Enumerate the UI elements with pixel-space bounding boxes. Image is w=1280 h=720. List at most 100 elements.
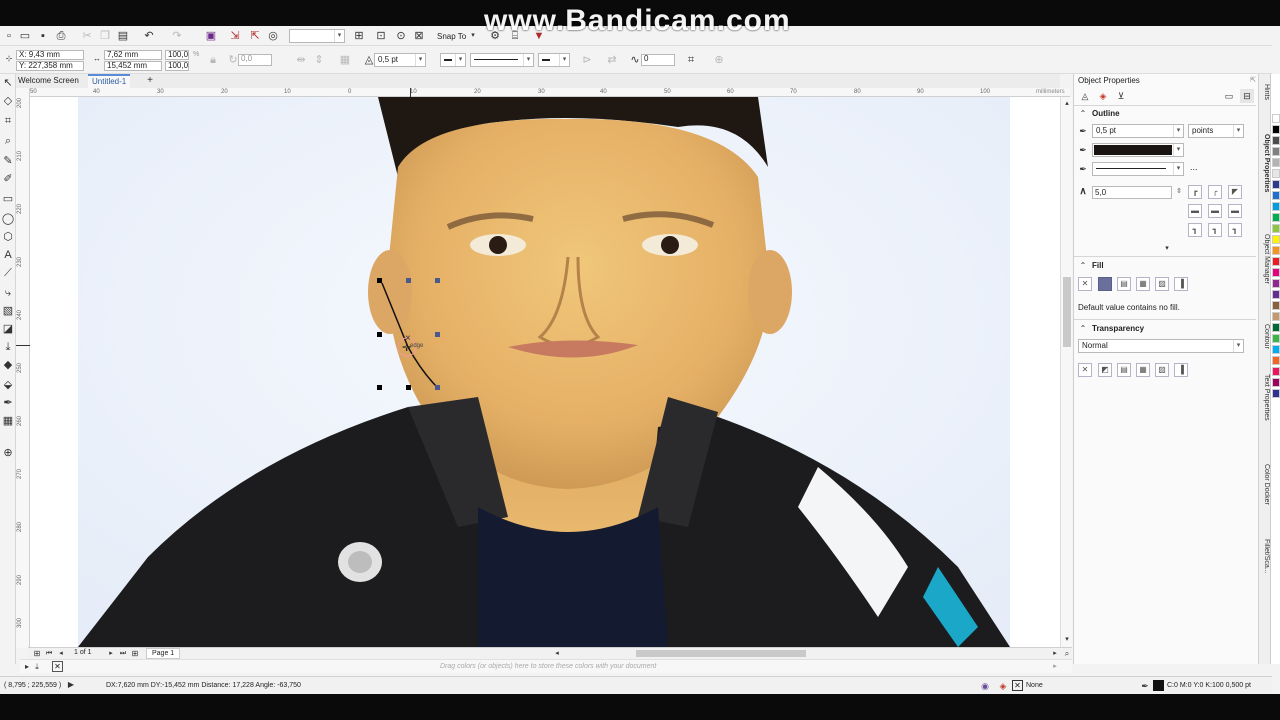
scroll-down-icon[interactable]: ▾: [1060, 633, 1074, 647]
publish-pdf-icon[interactable]: ◎: [266, 29, 280, 43]
reverse-direction-icon[interactable]: ⇄: [605, 53, 619, 67]
fill-none-swatch-icon[interactable]: ✕: [1012, 680, 1023, 691]
selection-handle-top-left[interactable]: [377, 278, 382, 283]
palette-swatch[interactable]: [1272, 136, 1280, 145]
uniform-fill-button[interactable]: [1098, 277, 1112, 291]
x-position-field[interactable]: X: 9,43 mm: [16, 50, 84, 60]
palette-swatch[interactable]: [1272, 180, 1280, 189]
show-rulers-icon[interactable]: ⊡: [374, 29, 388, 43]
no-transparency-button[interactable]: ✕: [1078, 363, 1092, 377]
palette-swatch[interactable]: [1272, 312, 1280, 321]
open-icon[interactable]: ▭: [18, 29, 32, 43]
palette-swatch[interactable]: [1272, 356, 1280, 365]
print-icon[interactable]: ⎙: [54, 29, 68, 43]
eyedropper-icon[interactable]: ⤓: [1, 340, 15, 354]
show-grid-icon[interactable]: ⊙: [394, 29, 408, 43]
smart-fill-icon[interactable]: ⬙: [1, 378, 15, 392]
drop-shadow-icon[interactable]: ▧: [1, 304, 15, 318]
tab-object-properties[interactable]: Object Properties: [1260, 134, 1270, 192]
palette-swatch[interactable]: [1272, 334, 1280, 343]
export-icon[interactable]: ⇱: [248, 29, 262, 43]
transparency-tab-icon[interactable]: ⊻: [1114, 89, 1128, 103]
close-curve-icon[interactable]: ⊳: [580, 53, 594, 67]
palette-swatch[interactable]: [1272, 147, 1280, 156]
tab-fillet-scallop[interactable]: Fillet/Sca...: [1260, 539, 1270, 574]
cut-icon[interactable]: ✂: [80, 29, 94, 43]
mirror-horizontal-icon[interactable]: ⇹: [294, 53, 308, 67]
selection-handle-middle-right[interactable]: [435, 332, 440, 337]
freehand-tool-icon[interactable]: ✎: [1, 154, 15, 168]
snap-to-menu[interactable]: Snap To: [437, 32, 466, 41]
line-style-combo[interactable]: ▾: [470, 53, 534, 67]
position-inside-button[interactable]: ┓: [1228, 223, 1242, 237]
palette-swatch[interactable]: [1272, 389, 1280, 398]
selection-handle-middle-left[interactable]: [377, 332, 382, 337]
outline-pen-icon[interactable]: ✒: [1, 396, 15, 410]
more-transparency-types-button[interactable]: ▐: [1174, 363, 1188, 377]
no-fill-button[interactable]: ✕: [1078, 277, 1092, 291]
outline-width-combo[interactable]: 0,5 pt ▾: [1092, 124, 1184, 138]
document-palette[interactable]: ▸ ⤓ ✕ Drag colors (or objects) here to s…: [20, 659, 1072, 673]
vertical-ruler[interactable]: 200 210 220 230 240 250 260 270 280 290 …: [16, 88, 30, 648]
outline-unit-combo[interactable]: points ▾: [1188, 124, 1244, 138]
zoom-level-combo[interactable]: ▾: [289, 29, 345, 43]
palette-swatch[interactable]: [1272, 158, 1280, 167]
palette-swatch[interactable]: [1272, 345, 1280, 354]
bitmap-pattern-transparency-button[interactable]: ▨: [1155, 363, 1169, 377]
vector-pattern-fill-button[interactable]: ▦: [1136, 277, 1150, 291]
table-tool-icon[interactable]: ▦: [1, 414, 15, 428]
selection-handle-bottom-left[interactable]: [377, 385, 382, 390]
palette-swatch[interactable]: [1272, 378, 1280, 387]
smoothing-field[interactable]: 0: [641, 54, 675, 66]
palette-swatch[interactable]: [1272, 213, 1280, 222]
palette-scroll-icon[interactable]: ▸: [1048, 660, 1062, 674]
tab-object-manager[interactable]: Object Manager: [1260, 234, 1270, 284]
outline-color-picker[interactable]: ▾: [1092, 143, 1184, 157]
horizontal-ruler[interactable]: 50 40 30 20 10 0 10 20 30 40 50 60 70 80…: [30, 88, 1070, 97]
palette-swatch[interactable]: [1272, 224, 1280, 233]
fountain-transparency-button[interactable]: ▤: [1117, 363, 1131, 377]
add-icon[interactable]: ⊕: [712, 53, 726, 67]
no-color-swatch-icon[interactable]: ✕: [52, 661, 63, 672]
tab-page-1[interactable]: Page 1: [146, 648, 181, 659]
more-fill-types-button[interactable]: ▐: [1174, 277, 1188, 291]
crop-tool-icon[interactable]: ⌗: [1, 114, 15, 128]
palette-swatch[interactable]: [1272, 125, 1280, 134]
scale-height-field[interactable]: 100,0: [165, 61, 189, 71]
parallel-dimension-icon[interactable]: ⟋: [1, 266, 15, 280]
selection-handle-top-right[interactable]: [435, 278, 440, 283]
bitmap-pattern-fill-button[interactable]: ▨: [1155, 277, 1169, 291]
line-cap-extended-button[interactable]: ▬: [1228, 204, 1242, 218]
vector-pattern-transparency-button[interactable]: ▦: [1136, 363, 1150, 377]
line-style-combo[interactable]: ▾: [1092, 162, 1184, 176]
outline-tab-icon[interactable]: ◬: [1078, 89, 1092, 103]
docker-window-icon[interactable]: ▭: [1222, 89, 1236, 103]
lock-ratio-icon[interactable]: 🔒︎: [206, 53, 220, 67]
paste-icon[interactable]: ▤: [116, 29, 130, 43]
line-cap-round-button[interactable]: ▬: [1208, 204, 1222, 218]
search-content-icon[interactable]: ▣: [204, 29, 218, 43]
docker-expand-icon[interactable]: ⊟: [1240, 89, 1254, 103]
palette-swatch[interactable]: [1272, 114, 1280, 123]
vertical-scrollbar[interactable]: ▴ ▾: [1060, 97, 1072, 647]
palette-swatch[interactable]: [1272, 202, 1280, 211]
height-field[interactable]: 15,452 mm: [104, 61, 162, 71]
rectangle-tool-icon[interactable]: ▭: [1, 192, 15, 206]
palette-swatch[interactable]: [1272, 191, 1280, 200]
mirror-vertical-icon[interactable]: ⇕: [312, 53, 326, 67]
artistic-media-icon[interactable]: ✐: [1, 172, 15, 186]
show-guidelines-icon[interactable]: ⊠: [412, 29, 426, 43]
fill-icon[interactable]: ◈: [996, 679, 1010, 693]
drawing-canvas[interactable]: × edge ✛: [30, 97, 1060, 647]
horizontal-scroll-thumb[interactable]: [636, 650, 806, 657]
full-screen-icon[interactable]: ⊞: [352, 29, 366, 43]
snap-to-chevron-icon[interactable]: ▾: [466, 29, 480, 43]
palette-swatch[interactable]: [1272, 290, 1280, 299]
polygon-tool-icon[interactable]: ⬡: [1, 230, 15, 244]
text-tool-icon[interactable]: A: [1, 248, 15, 262]
collapse-fill-icon[interactable]: ⌃: [1076, 259, 1090, 273]
corner-bevel-button[interactable]: ◤: [1228, 185, 1242, 199]
selection-handle-top-middle[interactable]: [406, 278, 411, 283]
expand-outline-icon[interactable]: ▾: [1160, 242, 1174, 256]
end-arrowhead-combo[interactable]: ▾: [538, 53, 570, 67]
